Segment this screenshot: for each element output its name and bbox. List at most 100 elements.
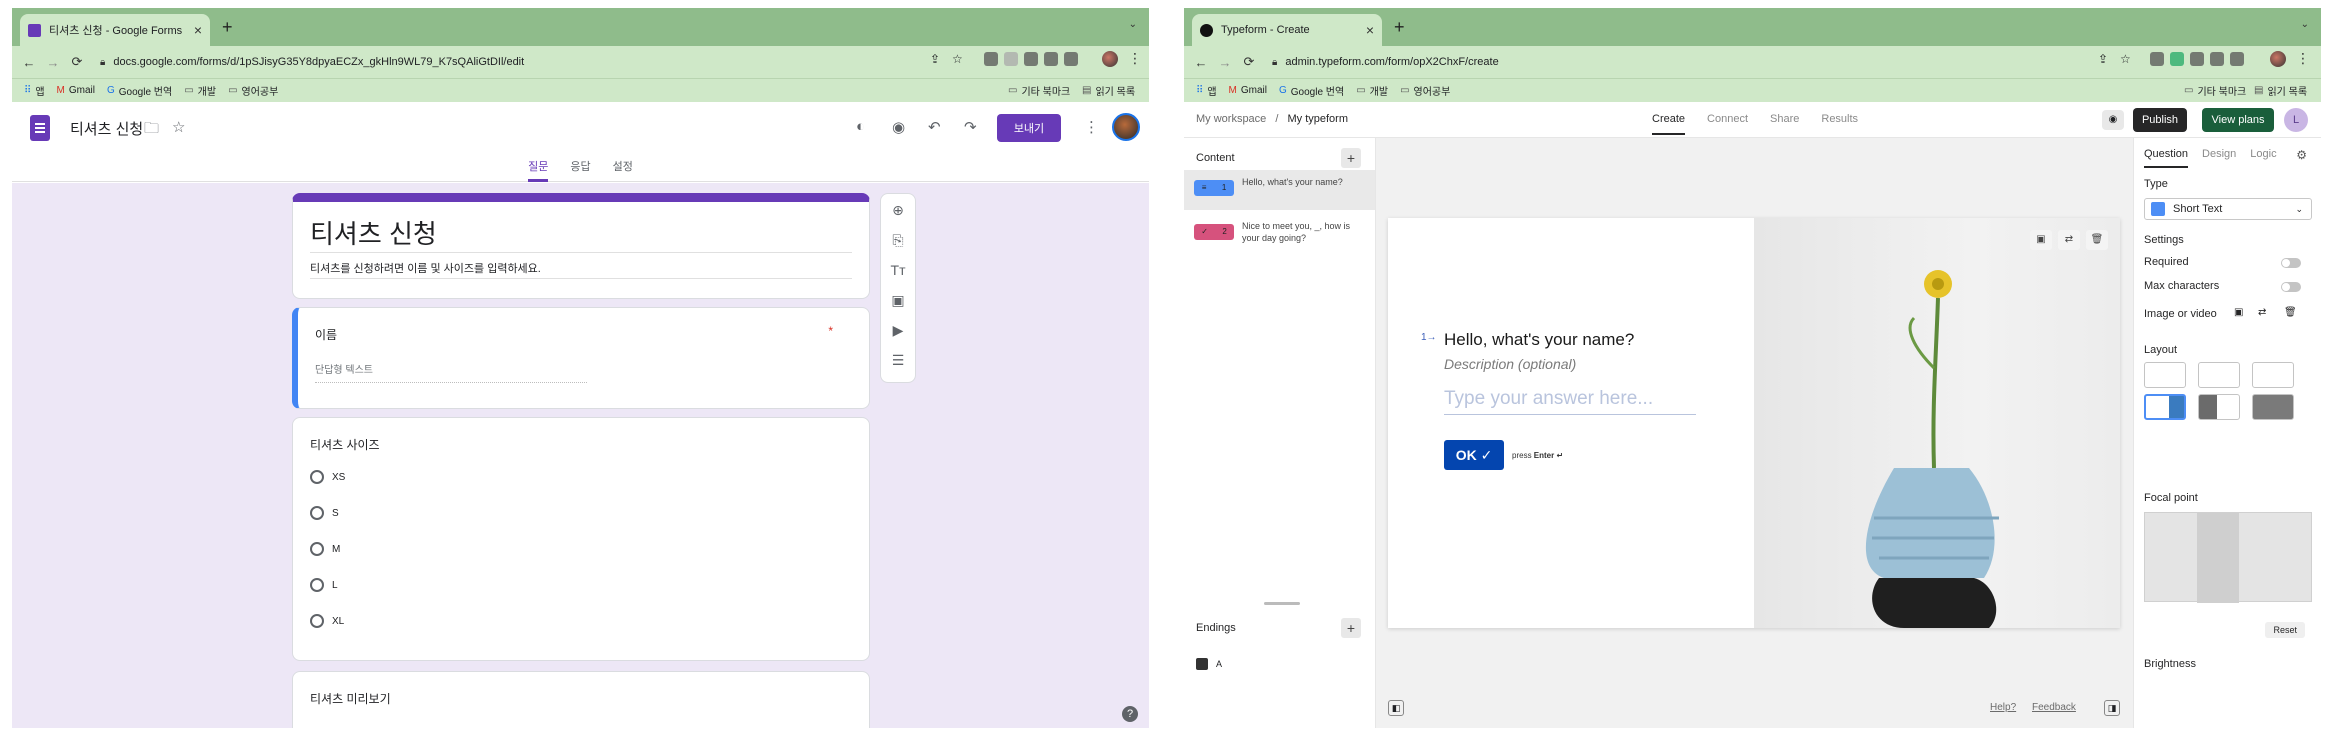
profile-avatar[interactable] — [2270, 51, 2286, 67]
profile-avatar[interactable] — [1102, 51, 1118, 67]
collapse-left-panel-icon[interactable]: ◧ — [1388, 700, 1404, 716]
radio-option[interactable]: XS — [310, 470, 345, 484]
media-icon[interactable] — [1064, 52, 1078, 66]
folder-icon[interactable]: 🗀︎ — [144, 118, 159, 143]
tab-design[interactable]: Design — [2202, 148, 2236, 168]
layout-option-selected[interactable] — [2144, 394, 2186, 420]
extension-icon[interactable] — [1024, 52, 1038, 66]
add-video-icon[interactable]: ▶ — [888, 322, 908, 342]
nav-create[interactable]: Create — [1652, 113, 1686, 135]
extension-icon[interactable] — [2150, 52, 2164, 66]
radio-option[interactable]: M — [310, 542, 340, 556]
bookmark-apps[interactable]: ⠿ 앱 — [1196, 83, 1217, 98]
bookmark-star-icon[interactable]: ☆ — [952, 52, 966, 66]
breadcrumb-form[interactable]: My typeform — [1287, 113, 1348, 125]
add-question-icon[interactable]: ⊕ — [888, 202, 908, 222]
layout-option[interactable] — [2198, 362, 2240, 388]
import-questions-icon[interactable]: ⎘ — [888, 232, 908, 252]
image-icon[interactable]: ▣ — [2030, 230, 2052, 250]
radio-option[interactable]: XL — [310, 614, 344, 628]
radio-option[interactable]: L — [310, 578, 338, 592]
add-question-button[interactable]: + — [1341, 148, 1361, 168]
form-title-card[interactable]: 티셔츠 신청 티셔츠를 신청하려면 이름 및 사이즈를 입력하세요. — [292, 193, 870, 299]
bookmark-folder-english[interactable]: ▭ 영어공부 — [228, 83, 278, 98]
nav-share[interactable]: Share — [1770, 113, 1799, 135]
delete-icon[interactable]: 🗑︎ — [2086, 230, 2108, 250]
bookmark-gmail[interactable]: M Gmail — [57, 85, 95, 96]
share-icon[interactable]: ⇪ — [2098, 52, 2112, 66]
gear-icon[interactable]: ⚙ — [2296, 148, 2307, 162]
add-ending-button[interactable]: + — [1341, 618, 1361, 638]
browser-tab-gforms[interactable]: 티셔츠 신청 - Google Forms × — [20, 14, 210, 46]
feedback-link[interactable]: Feedback — [2032, 702, 2076, 713]
puzzle-icon[interactable] — [2210, 52, 2224, 66]
help-link[interactable]: Help? — [1990, 702, 2016, 713]
add-image-icon[interactable]: ▣ — [888, 292, 908, 312]
add-title-icon[interactable]: Tт — [888, 262, 908, 282]
palette-icon[interactable]: ◐ — [856, 118, 865, 135]
adjust-icon[interactable]: ⇄ — [2258, 307, 2266, 318]
publish-button[interactable]: Publish — [2133, 108, 2187, 132]
tab-settings[interactable]: 설정 — [613, 154, 633, 182]
bookmark-folder-dev[interactable]: ▭ 개발 — [184, 83, 216, 98]
doc-title[interactable]: 티셔츠 신청 — [70, 118, 143, 139]
layout-option[interactable] — [2252, 362, 2294, 388]
sidebar-question-2[interactable]: ✓ 2 Nice to meet you, _, how is your day … — [1184, 214, 1375, 254]
tab-responses[interactable]: 응답 — [570, 154, 590, 182]
close-tab-icon[interactable]: × — [1366, 22, 1374, 38]
reading-list[interactable]: ▤ 읽기 목록 — [2254, 83, 2307, 98]
tab-question[interactable]: Question — [2144, 148, 2189, 168]
star-icon[interactable]: ☆ — [172, 118, 185, 136]
max-characters-toggle[interactable] — [2281, 282, 2301, 292]
google-forms-logo-icon[interactable] — [30, 115, 50, 141]
puzzle-icon[interactable] — [1044, 52, 1058, 66]
focal-point-picker[interactable] — [2144, 512, 2312, 603]
more-icon[interactable]: ⋮ — [1084, 118, 1099, 136]
question-text[interactable]: Hello, what's your name? — [1444, 330, 1634, 350]
view-plans-button[interactable]: View plans — [2202, 108, 2274, 132]
ending-item[interactable]: A — [1196, 658, 1222, 670]
required-toggle[interactable] — [2281, 258, 2301, 268]
bookmark-gmail[interactable]: M Gmail — [1229, 85, 1267, 96]
new-tab-icon[interactable]: + — [222, 17, 233, 38]
nav-connect[interactable]: Connect — [1707, 113, 1748, 135]
extension-icon[interactable] — [2190, 52, 2204, 66]
add-section-icon[interactable]: ☰ — [888, 352, 908, 372]
tab-search-icon[interactable]: ⌄ — [1129, 19, 1137, 30]
layout-option[interactable] — [2198, 394, 2240, 420]
extension-icon[interactable] — [2170, 52, 2184, 66]
forward-icon[interactable]: → — [46, 55, 60, 70]
bookmark-folder-english[interactable]: ▭ 영어공부 — [1400, 83, 1450, 98]
sidebar-question-1[interactable]: ≡ 1 Hello, what's your name? — [1184, 170, 1375, 210]
tab-search-icon[interactable]: ⌄ — [2301, 19, 2309, 30]
close-tab-icon[interactable]: × — [194, 22, 202, 38]
send-button[interactable]: 보내기 — [997, 114, 1061, 142]
bookmark-other[interactable]: ▭ 기타 북마크 — [1008, 83, 1070, 98]
reset-button[interactable]: Reset — [2265, 622, 2305, 638]
question-description[interactable]: Description (optional) — [1444, 356, 1576, 372]
avatar[interactable] — [1112, 113, 1140, 141]
url-field[interactable]: 🔒︎ docs.google.com/forms/d/1pSJisyG35Y8d… — [90, 50, 1139, 74]
back-icon[interactable]: ← — [22, 55, 36, 70]
question-card-size[interactable]: 티셔츠 사이즈 XS S M L XL — [292, 417, 870, 661]
browser-menu-icon[interactable]: ⋮ — [1128, 50, 1142, 67]
resize-handle[interactable] — [1264, 602, 1300, 605]
tab-logic[interactable]: Logic — [2250, 148, 2276, 168]
layout-option[interactable] — [2144, 362, 2186, 388]
extension-icon[interactable] — [1004, 52, 1018, 66]
preview-eye-icon[interactable]: ◉ — [2102, 110, 2124, 130]
answer-input[interactable]: Type your answer here... — [1444, 388, 1696, 415]
collapse-right-panel-icon[interactable]: ◨ — [2104, 700, 2120, 716]
bookmark-apps[interactable]: ⠿ 앱 — [24, 83, 45, 98]
question-card-name[interactable]: 이름 * 단답형 텍스트 — [292, 307, 870, 409]
form-description[interactable]: 티셔츠를 신청하려면 이름 및 사이즈를 입력하세요. — [310, 260, 541, 276]
bookmark-star-icon[interactable]: ☆ — [2120, 52, 2134, 66]
adjust-icon[interactable]: ⇄ — [2058, 230, 2080, 250]
tab-questions[interactable]: 질문 — [528, 154, 549, 182]
bookmark-other[interactable]: ▭ 기타 북마크 — [2184, 83, 2246, 98]
form-title[interactable]: 티셔츠 신청 — [310, 214, 437, 251]
media-icon[interactable] — [2230, 52, 2244, 66]
redo-icon[interactable]: ↷ — [964, 118, 977, 136]
bookmark-folder-dev[interactable]: ▭ 개발 — [1356, 83, 1388, 98]
bookmark-translate[interactable]: G Google 번역 — [107, 83, 172, 98]
